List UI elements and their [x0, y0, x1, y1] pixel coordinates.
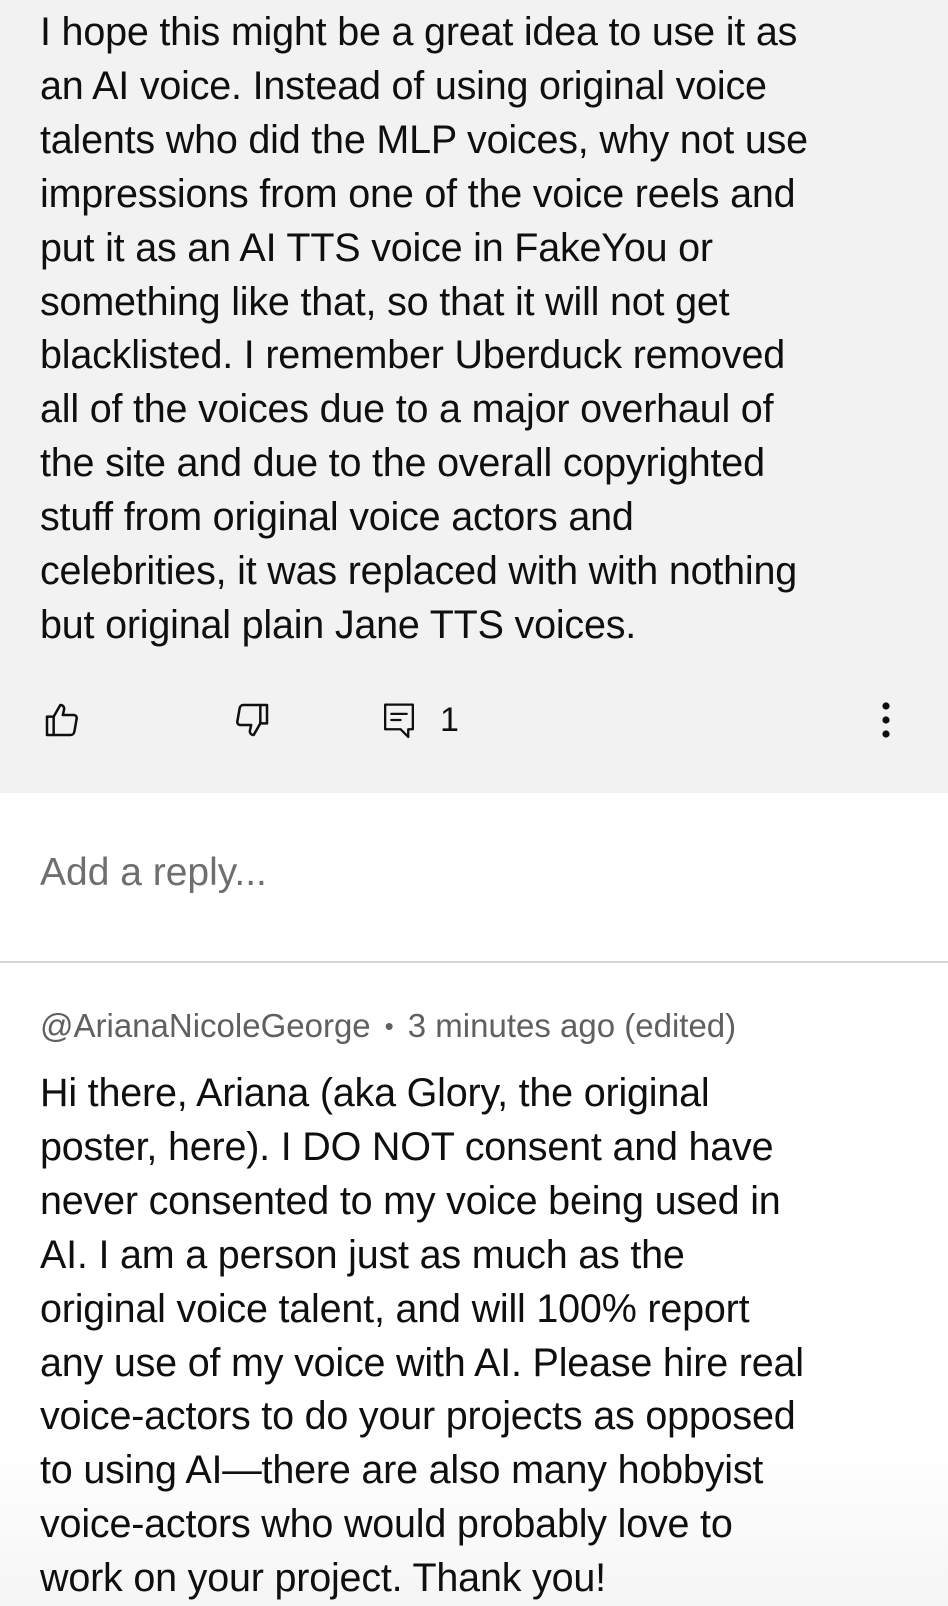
reply-author[interactable]: @ArianaNicoleGeorge — [40, 1007, 371, 1045]
reply-placeholder: Add a reply... — [40, 851, 267, 894]
add-reply-field[interactable]: Add a reply... — [0, 793, 948, 961]
comment-icon — [380, 700, 418, 740]
reply-meta: @ArianaNicoleGeorge • 3 minutes ago (edi… — [40, 1007, 736, 1045]
comment: I hope this might be a great idea to use… — [0, 0, 948, 793]
meta-separator: • — [384, 1010, 394, 1041]
reply-text: Hi there, Ariana (aka Glory, the origina… — [40, 1071, 804, 1601]
thumbs-down-icon — [232, 700, 272, 740]
thumbs-up-icon — [42, 700, 82, 740]
more-vertical-icon — [880, 700, 892, 740]
comment-text: I hope this might be a great idea to use… — [40, 10, 808, 647]
replies-button[interactable]: 1 — [380, 690, 459, 750]
reply-timestamp: 3 minutes ago (edited) — [407, 1007, 737, 1044]
like-button[interactable] — [42, 690, 82, 750]
more-options-button[interactable] — [880, 690, 892, 750]
reply-comment: @ArianaNicoleGeorge • 3 minutes ago (edi… — [0, 963, 948, 1606]
reply-count: 1 — [440, 700, 459, 739]
comment-action-bar: 1 — [0, 690, 948, 750]
dislike-button[interactable] — [232, 690, 272, 750]
